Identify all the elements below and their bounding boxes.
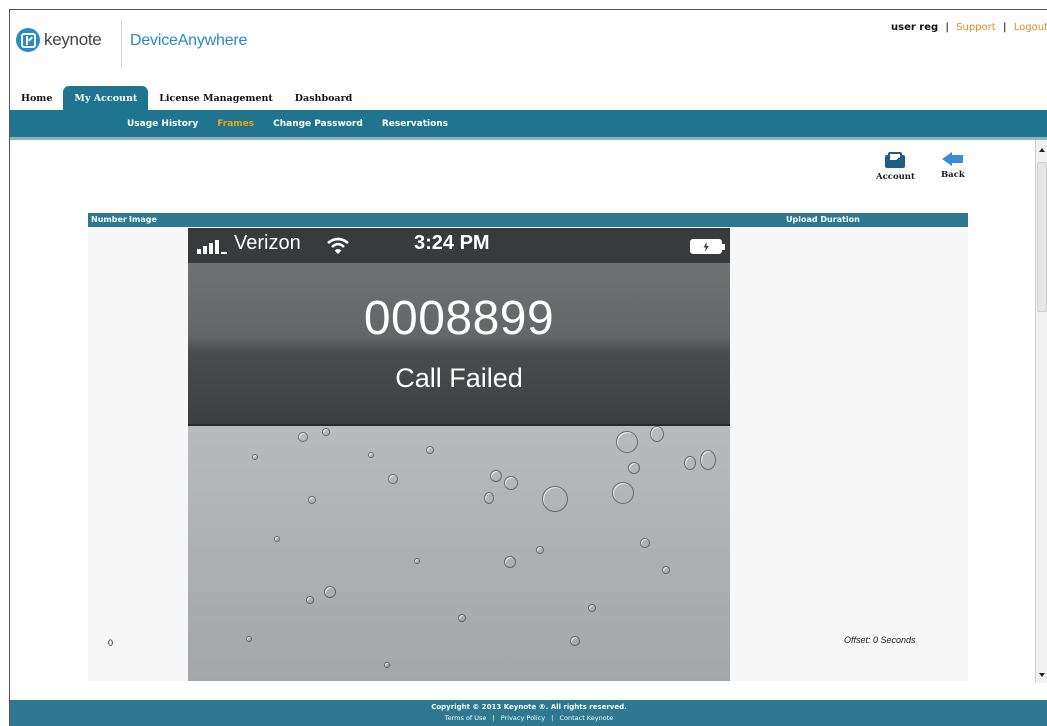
account-button[interactable]: Account	[876, 152, 915, 182]
raindrop-wallpaper	[188, 426, 730, 681]
keynote-wordmark: keynote	[44, 30, 102, 49]
contact-keynote-link[interactable]: Contact Keynote	[559, 714, 613, 722]
battery-charging-icon	[690, 239, 725, 254]
username-link[interactable]: user reg	[891, 22, 938, 33]
column-header-number[interactable]: Number	[91, 215, 127, 224]
carrier-name: Verizon	[234, 232, 301, 254]
keynote-logo[interactable]: keynote	[16, 28, 102, 52]
link-separator: |	[551, 714, 554, 722]
table-header: Number Image Upload Duration	[88, 213, 968, 227]
vertical-scrollbar[interactable]	[1035, 140, 1047, 683]
tab-license-management[interactable]: License Management	[148, 86, 284, 110]
frame-image[interactable]: Verizon 3:24 PM 0008899 Call Failed	[188, 228, 730, 681]
scroll-thumb[interactable]	[1037, 162, 1047, 312]
page-header: keynote DeviceAnywhere user reg | Suppor…	[10, 10, 1047, 80]
subnav-usage-history[interactable]: Usage History	[127, 119, 198, 129]
back-arrow-icon	[941, 152, 964, 166]
main-content: Account Back Number Image Upload Duratio…	[10, 140, 1035, 683]
user-links: user reg | Support | Logout	[891, 22, 1047, 33]
page-footer: Copyright © 2013 Keynote ®. All rights r…	[10, 700, 1047, 726]
scroll-down-icon[interactable]	[1039, 673, 1045, 677]
logout-link[interactable]: Logout	[1014, 22, 1047, 33]
tab-dashboard[interactable]: Dashboard	[284, 86, 363, 110]
footer-links: Terms of Use | Privacy Policy | Contact …	[10, 714, 1047, 722]
subnav-frames[interactable]: Frames	[217, 119, 254, 129]
link-separator: |	[1002, 22, 1007, 33]
scroll-up-icon[interactable]	[1039, 148, 1045, 152]
tab-my-account[interactable]: My Account	[63, 86, 149, 110]
browser-frame: keynote DeviceAnywhere user reg | Suppor…	[9, 9, 1047, 726]
call-panel: 0008899 Call Failed	[188, 263, 730, 426]
link-separator: |	[945, 22, 949, 33]
terms-of-use-link[interactable]: Terms of Use	[445, 714, 487, 722]
support-link[interactable]: Support	[956, 22, 996, 33]
frames-table: Number Image Upload Duration 0 Verizon 3…	[88, 213, 968, 681]
call-status: Call Failed	[395, 363, 523, 393]
dialed-number: 0008899	[363, 292, 555, 345]
subnav-change-password[interactable]: Change Password	[273, 119, 363, 129]
copyright-text: Copyright © 2013 Keynote ®. All rights r…	[431, 703, 627, 711]
logo-divider	[121, 20, 122, 68]
table-row: 0 Verizon 3:24 PM 0008899 Call Failed Of…	[88, 227, 968, 681]
wifi-icon	[327, 237, 349, 254]
upload-offset: Offset: 0 Seconds	[844, 635, 916, 645]
main-tabs: Home My Account License Management Dashb…	[10, 86, 1047, 110]
back-label: Back	[941, 170, 965, 180]
subnav-reservations[interactable]: Reservations	[382, 119, 448, 129]
frame-number: 0	[108, 638, 114, 648]
envelope-icon	[885, 152, 906, 168]
privacy-policy-link[interactable]: Privacy Policy	[501, 714, 545, 722]
tab-home[interactable]: Home	[10, 86, 63, 110]
deviceanywhere-logo[interactable]: DeviceAnywhere	[130, 32, 247, 50]
phone-status-bar: Verizon 3:24 PM	[188, 228, 730, 263]
back-button[interactable]: Back	[941, 152, 965, 180]
column-header-image[interactable]: Image	[129, 215, 157, 224]
keynote-k-icon	[16, 28, 40, 52]
column-header-upload-duration[interactable]: Upload Duration	[786, 215, 860, 224]
account-label: Account	[876, 172, 915, 182]
sub-navigation: Usage History Frames Change Password Res…	[10, 110, 1047, 140]
signal-strength-icon	[197, 240, 227, 254]
phone-clock: 3:24 PM	[414, 232, 490, 254]
link-separator: |	[492, 714, 495, 722]
